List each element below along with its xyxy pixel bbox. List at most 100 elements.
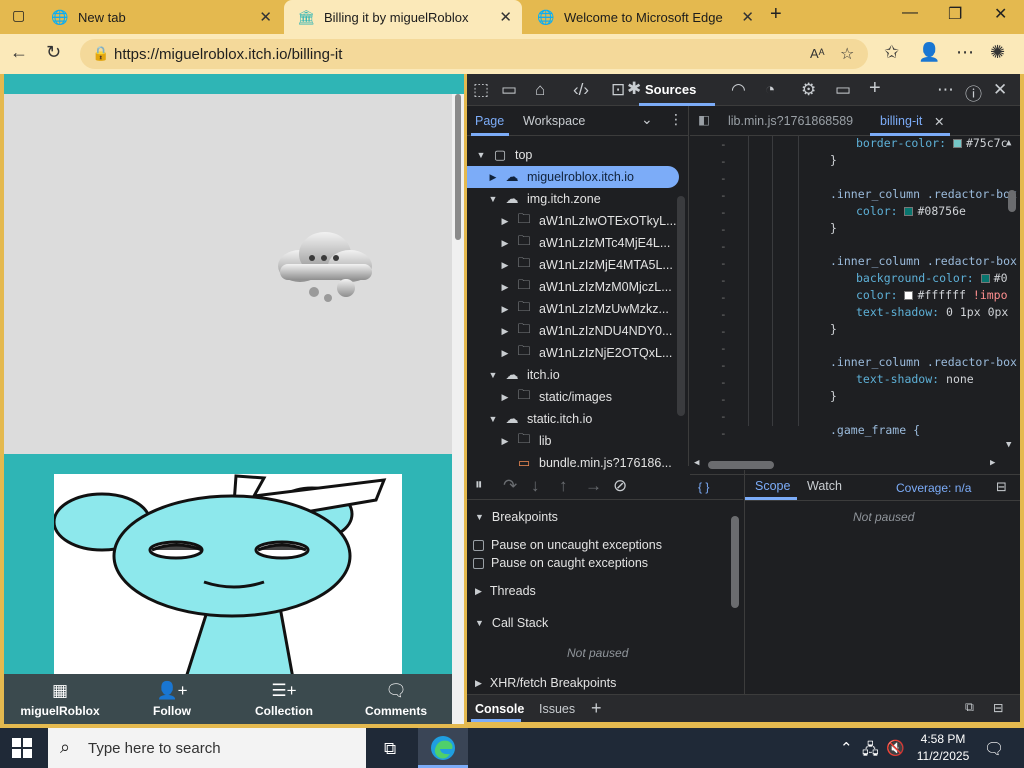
performance-icon[interactable]: ◔ [765,80,775,100]
step-over-icon[interactable]: ↷ [503,476,517,496]
code-line[interactable]: text-shadow: 0 1px 0px [856,305,1008,319]
debugger-scrollbar[interactable] [731,516,739,608]
more-vertical-icon[interactable]: ⋮ [669,111,683,128]
color-swatch[interactable] [980,274,990,283]
minimize-icon[interactable]: — [902,4,918,22]
code-line[interactable]: background-color: #0 [856,271,1008,285]
windows-start-icon[interactable] [12,738,32,758]
tab-sources[interactable]: Sources [645,82,696,97]
close-tab-icon[interactable]: ✕ [259,8,272,26]
application-icon[interactable]: ▭ [835,80,851,100]
network-icon[interactable]: 🖧 [862,739,879,764]
editor-horizontal-scrollbar[interactable] [708,461,998,469]
xhr-breakpoints-section[interactable]: ▶ XHR/fetch Breakpoints [475,676,616,690]
pause-uncaught-checkbox-row[interactable]: Pause on uncaught exceptions [473,538,662,552]
color-swatch[interactable] [952,139,962,148]
code-line[interactable]: } [830,153,837,167]
maximize-icon[interactable]: ❐ [948,4,962,24]
device-toolbar-icon[interactable]: ▭ [501,80,517,100]
tab-console[interactable]: Console [475,702,524,716]
close-drawer-icon[interactable]: ⊟ [993,700,1003,715]
deactivate-breakpoints-icon[interactable]: ⊘ [613,476,627,496]
code-line[interactable]: } [830,221,837,235]
more-menu-icon[interactable]: ⋯ [956,42,974,63]
tab-watch[interactable]: Watch [807,479,842,493]
scroll-down-arrow-icon[interactable]: ▼ [1006,440,1011,450]
read-aloud-icon[interactable]: Aᴬ [810,46,825,61]
collapsed-arrow-icon[interactable]: ▶ [499,238,511,249]
tab-billing-it[interactable]: 🏛 Billing it by miguelRoblox ✕ [284,0,522,34]
refresh-icon[interactable]: ↻ [46,42,61,63]
code-line[interactable]: .inner_column .redactor-box [830,355,1017,369]
expanded-arrow-icon[interactable]: ▼ [475,150,487,160]
code-line[interactable]: color: #08756e [856,204,966,218]
pause-caught-checkbox-row[interactable]: Pause on caught exceptions [473,556,648,570]
tree-item[interactable]: ▼ ☁ itch.io [467,364,679,386]
tree-item[interactable]: ▶ 🗀 aW1nLzIzMjE4MTA5L... [467,254,679,276]
notifications-icon[interactable]: 🗨 [984,739,1004,759]
code-line[interactable]: } [830,389,837,403]
show-hidden-icons-chevron[interactable]: ⌃ [840,739,853,757]
tree-item[interactable]: ▼ ☁ img.itch.zone [467,188,679,210]
scroll-up-arrow-icon[interactable]: ▲ [1006,138,1011,148]
tree-item[interactable]: ▶ 🗀 aW1nLzIwOTExOTkyL... [467,210,679,232]
step-into-icon[interactable]: ↓ [531,476,540,496]
tab-actions-icon[interactable]: ▢ [12,7,25,24]
add-to-collection-button[interactable]: ☰+ Collection [228,674,340,724]
checkbox[interactable] [473,557,484,569]
collapsed-arrow-icon[interactable]: ▶ [499,282,511,293]
collapsed-arrow-icon[interactable]: ▶ [499,348,511,359]
creator-profile-button[interactable]: ▦ miguelRoblox [4,674,116,724]
more-options-icon[interactable]: ⋯ [937,80,954,100]
code-line[interactable]: .game_frame { [830,423,920,437]
copilot-icon[interactable]: ✺ [990,42,1005,63]
welcome-home-icon[interactable]: ⌂ [535,80,545,100]
favorite-star-icon[interactable]: ☆ [840,44,854,64]
navigator-scrollbar[interactable] [677,196,685,416]
step-icon[interactable]: → [585,476,602,496]
expanded-arrow-icon[interactable]: ▼ [487,370,499,380]
address-bar[interactable]: 🔒 https://miguelroblox.itch.io/billing-i… [80,39,868,69]
tree-item[interactable]: ▶ 🗀 static/images [467,386,679,408]
help-icon[interactable]: ⓘ [965,80,982,105]
tab-issues[interactable]: Issues [539,702,575,716]
code-line[interactable]: border-color: #75c7c [856,136,1008,150]
expanded-arrow-icon[interactable]: ▼ [487,414,499,424]
color-swatch[interactable] [904,291,914,300]
follow-button[interactable]: 👤+ Follow [116,674,228,724]
taskbar-search-input[interactable]: ⌕ Type here to search [48,728,366,768]
collapsed-arrow-icon[interactable]: ▶ [499,260,511,271]
breakpoints-section[interactable]: ▼ Breakpoints [475,510,558,524]
tree-item[interactable]: ▶ 🗀 lib [467,430,679,452]
chevron-down-icon[interactable]: ⌄ [641,111,653,128]
collapsed-arrow-icon[interactable]: ▶ [499,392,511,403]
tree-item[interactable]: ▼ ▢ top [467,144,679,166]
tree-item[interactable]: ▶ 🗀 aW1nLzIzMTc4MjE4L... [467,232,679,254]
threads-section[interactable]: ▶ Threads [475,584,536,598]
back-icon[interactable]: ← [10,42,28,63]
collapsed-arrow-icon[interactable]: ▶ [487,172,499,183]
pause-icon[interactable]: ⏸ [475,476,483,493]
page-scrollbar[interactable] [452,94,464,724]
editor-tab-billing-it[interactable]: billing-it [880,114,922,128]
code-line[interactable]: } [830,322,837,336]
collapsed-arrow-icon[interactable]: ▶ [499,436,511,447]
system-clock[interactable]: 4:58 PM 11/2/2025 [912,731,974,765]
code-line[interactable]: .inner_column .redactor-box [830,187,1017,201]
close-editor-tab-icon[interactable]: ✕ [934,114,944,129]
tree-item[interactable]: ▶ ☁ miguelroblox.itch.io [467,166,679,188]
scrollbar-thumb[interactable] [708,461,774,469]
tree-item[interactable]: ▼ ☁ static.itch.io [467,408,679,430]
collapsed-arrow-icon[interactable]: ▶ [499,304,511,315]
step-out-icon[interactable]: ↑ [559,476,568,496]
scrollbar-thumb[interactable] [455,94,461,240]
inspect-element-icon[interactable]: ⬚ [473,80,489,100]
tree-item[interactable]: ▶ 🗀 aW1nLzIzMzUwMzkz... [467,298,679,320]
tab-scope[interactable]: Scope [755,479,790,493]
elements-icon[interactable]: ‹/› [573,80,589,100]
game-embed-area[interactable] [4,94,452,454]
toggle-navigator-icon[interactable]: ◧ [698,112,710,127]
tab-page[interactable]: Page [475,114,504,128]
site-info-icon[interactable]: 🔒 [92,45,109,62]
close-tab-icon[interactable]: ✕ [499,8,512,26]
